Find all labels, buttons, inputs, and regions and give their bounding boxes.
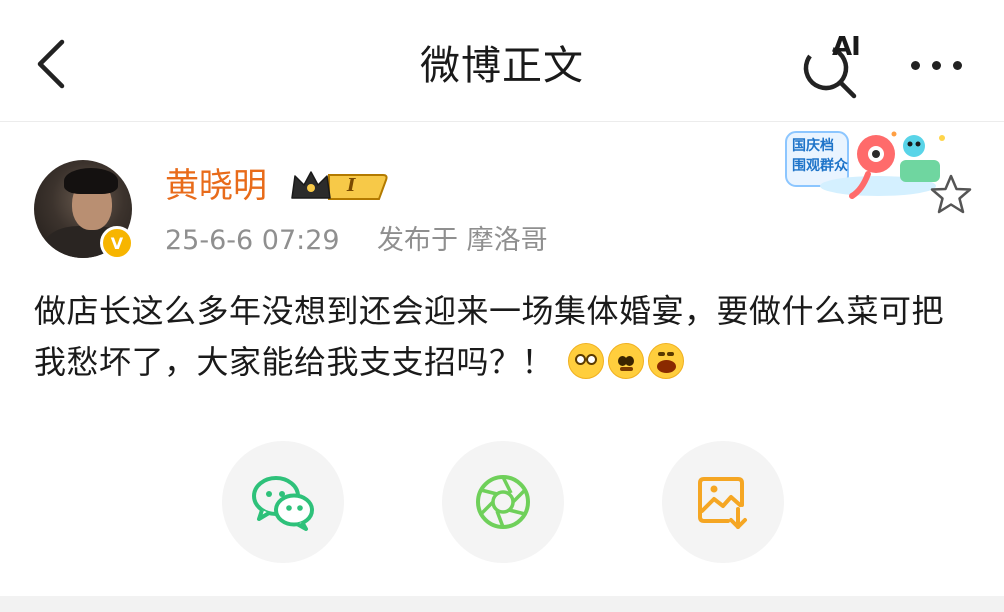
rank-label: I	[347, 175, 356, 196]
post-text: 做店长这么多年没想到还会迎来一场集体婚宴，要做什么菜可把我愁坏了，大家能给我支支…	[34, 286, 968, 388]
share-moments-button[interactable]	[442, 441, 564, 563]
sticker-line-2: 围观群众	[792, 158, 848, 174]
save-image-icon	[698, 477, 747, 529]
post-text-content: 做店长这么多年没想到还会迎来一场集体婚宴，要做什么菜可把我愁坏了，大家能给我支支…	[34, 292, 945, 381]
crying-emoji-icon	[648, 343, 685, 379]
more-dot	[952, 60, 962, 70]
section-divider	[0, 596, 1004, 612]
emoji-row	[568, 343, 685, 379]
star-outline-icon	[930, 174, 972, 214]
top-navigation-bar: 微博正文 AI	[0, 0, 1004, 122]
more-dot	[910, 60, 920, 70]
wechat-icon	[252, 476, 314, 531]
ai-search-button[interactable]: AI	[798, 30, 874, 100]
glasses-emoji-icon	[568, 343, 605, 379]
more-options-button[interactable]	[896, 40, 976, 90]
ai-label: AI	[832, 32, 861, 62]
moments-icon	[476, 475, 530, 529]
crown-icon	[291, 171, 388, 200]
share-wechat-button[interactable]	[222, 441, 344, 563]
save-image-button[interactable]	[662, 441, 784, 563]
sticker-line-1: 国庆档	[792, 138, 834, 154]
favorite-button[interactable]	[928, 172, 974, 218]
author-name[interactable]: 黄晓明	[165, 163, 267, 209]
post-location: 发布于 摩洛哥	[377, 225, 548, 256]
verified-badge: V	[100, 226, 134, 260]
member-rank-badge[interactable]: I	[289, 168, 389, 206]
post-timestamp: 25-6-6 07:29	[165, 225, 340, 256]
pleading-emoji-icon	[608, 343, 645, 379]
more-dot	[931, 60, 941, 70]
